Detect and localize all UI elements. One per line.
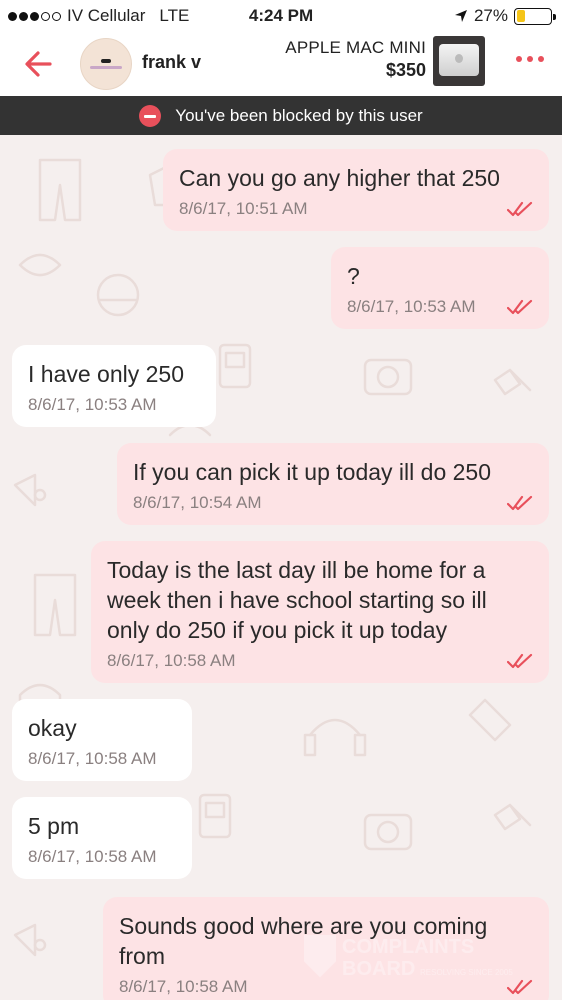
message-timestamp: 8/6/17, 10:58 AM (28, 847, 157, 866)
battery-percent: 27% (473, 6, 508, 25)
outgoing-message[interactable]: ? 8/6/17, 10:53 AM (331, 247, 549, 329)
blocked-banner: You've been blocked by this user (0, 96, 562, 135)
back-arrow-icon[interactable] (20, 44, 60, 84)
message-text: Today is the last day ill be home for a … (107, 557, 487, 643)
contact-name[interactable]: frank v (142, 52, 201, 73)
message-text: Can you go any higher that 250 (179, 165, 500, 191)
message-timestamp: 8/6/17, 10:58 AM (28, 749, 157, 768)
incoming-message[interactable]: 5 pm 8/6/17, 10:58 AM (12, 797, 192, 879)
message-text: 5 pm (28, 813, 80, 839)
message-meta: 8/6/17, 10:51 AM (179, 199, 533, 219)
message-text: If you can pick it up today ill do 250 (133, 459, 491, 485)
read-receipt-icon (507, 653, 533, 669)
chat-area[interactable]: Can you go any higher that 250 8/6/17, 10… (0, 135, 562, 1000)
message-text: ? (347, 263, 360, 289)
watermark-tagline: RESOLVING SINCE 2005 (420, 968, 513, 977)
message-meta: 8/6/17, 10:58 AM (28, 847, 176, 867)
product-price: $350 (385, 60, 426, 80)
incoming-message[interactable]: okay 8/6/17, 10:58 AM (12, 699, 192, 781)
message-meta: 8/6/17, 10:53 AM (347, 297, 533, 317)
message-meta: 8/6/17, 10:54 AM (133, 493, 533, 513)
incoming-message[interactable]: I have only 250 8/6/17, 10:53 AM (12, 345, 216, 427)
message-timestamp: 8/6/17, 10:53 AM (28, 395, 157, 414)
battery-icon (514, 7, 556, 25)
message-meta: 8/6/17, 10:58 AM (107, 651, 533, 671)
read-receipt-icon (507, 979, 533, 995)
outgoing-message[interactable]: Can you go any higher that 250 8/6/17, 10… (163, 149, 549, 231)
read-receipt-icon (507, 495, 533, 511)
message-timestamp: 8/6/17, 10:58 AM (119, 977, 248, 996)
message-timestamp: 8/6/17, 10:53 AM (347, 297, 476, 316)
blocked-icon (139, 104, 162, 127)
read-receipt-icon (507, 299, 533, 315)
outgoing-message[interactable]: Today is the last day ill be home for a … (91, 541, 549, 683)
read-receipt-icon (507, 201, 533, 217)
watermark-brand2: BOARD (342, 958, 415, 980)
watermark-brand: COMPLAINTS (342, 936, 474, 958)
message-text: I have only 250 (28, 361, 185, 387)
avatar[interactable] (80, 38, 132, 90)
message-meta: 8/6/17, 10:53 AM (28, 395, 200, 415)
message-timestamp: 8/6/17, 10:51 AM (179, 199, 308, 218)
blocked-message: You've been blocked by this user (175, 105, 423, 125)
location-arrow-icon (454, 10, 467, 22)
more-options-icon[interactable] (516, 56, 544, 62)
chat-header: frank v APPLE MAC MINI $350 (0, 32, 562, 96)
outgoing-message[interactable]: If you can pick it up today ill do 250 8/… (117, 443, 549, 525)
product-thumbnail[interactable] (433, 36, 485, 86)
message-meta: 8/6/17, 10:58 AM (28, 749, 176, 769)
message-timestamp: 8/6/17, 10:54 AM (133, 493, 262, 512)
product-name: APPLE MAC MINI (285, 38, 426, 57)
status-bar: IV Cellular LTE 4:24 PM 27% (0, 0, 562, 32)
message-timestamp: 8/6/17, 10:58 AM (107, 651, 236, 670)
product-info[interactable]: APPLE MAC MINI $350 (285, 38, 426, 81)
message-text: okay (28, 715, 77, 741)
watermark-logo: COMPLAINTS BOARD RESOLVING SINCE 2005 (304, 935, 513, 980)
